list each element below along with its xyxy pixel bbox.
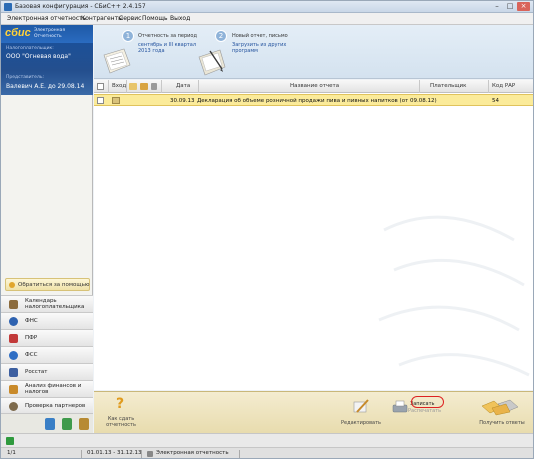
row-rar-code: 54: [492, 98, 499, 104]
logo-subtitle: Электронная Отчетность: [34, 28, 66, 39]
table-header: Вход Дата Название отчета Плательщик Код…: [94, 80, 533, 93]
calendar-documents-icon: [103, 48, 131, 74]
calendar-icon: [9, 300, 18, 309]
step-2-title: Новый отчет, письмо: [232, 33, 288, 39]
logo-area: сбис Электронная Отчетность: [1, 25, 93, 43]
status-mode: Электронная отчетность: [156, 450, 229, 456]
fss-emblem-icon: [9, 351, 18, 360]
emblem-icon-2[interactable]: [62, 418, 72, 430]
header-date[interactable]: Дата: [176, 83, 190, 89]
taxpayer-name[interactable]: ООО "Огневая вода": [6, 53, 71, 60]
table-row[interactable]: 30.09.13 Декларация об объеме розничной …: [94, 94, 533, 106]
import-link[interactable]: Загрузить из других программ: [232, 42, 286, 54]
watermark-graphic: [378, 215, 530, 377]
representative-block[interactable]: Представитель: Валевич А.Е. до 29.08.14: [1, 71, 93, 95]
howto-button[interactable]: ? Как сдать отчетность: [98, 396, 144, 432]
step-2-badge: 2: [215, 30, 227, 42]
taxpayer-label: Налогоплательщик:: [6, 46, 54, 51]
edit-button[interactable]: Редактировать: [338, 396, 384, 426]
trash-filter-icon[interactable]: [151, 83, 157, 90]
menu-item-reporting[interactable]: Электронная отчетность: [7, 15, 86, 22]
mode-icon: [147, 451, 153, 457]
minimize-icon[interactable]: –: [491, 2, 503, 11]
fns-emblem-icon: [9, 317, 18, 326]
row-report-name: Декларация об объеме розничной продажи п…: [197, 98, 437, 104]
sidebar: сбис Электронная Отчетность Налогоплател…: [1, 25, 93, 433]
analysis-chart-icon: [9, 385, 18, 394]
menu-item-exit[interactable]: Выход: [170, 15, 190, 22]
nav-analysis[interactable]: Анализ финансов и налогов: [1, 380, 93, 397]
taxpayer-block[interactable]: Налогоплательщик: ООО "Огневая вода": [1, 43, 93, 71]
nav-rosstat[interactable]: Росстат: [1, 363, 93, 380]
status-bar: 1/1 01.01.13 - 31.12.13 Электронная отче…: [1, 447, 533, 458]
status-bar-icons: [1, 433, 533, 447]
print-label: Распечатать: [408, 408, 442, 414]
rosstat-icon: [9, 368, 18, 377]
header-report-name[interactable]: Название отчета: [290, 83, 339, 89]
row-document-icon: [112, 97, 120, 104]
printer-icon: [392, 400, 408, 413]
header-rar-code[interactable]: Код РАР: [492, 83, 515, 89]
app-window: Базовая конфигурация - СБиС++ 2.4.157 – …: [0, 0, 534, 459]
representative-name[interactable]: Валевич А.Е. до 29.08.14: [6, 83, 84, 90]
help-icon: [9, 282, 15, 288]
header-incoming[interactable]: Вход: [112, 83, 126, 89]
contact-support-button[interactable]: Обратиться за помощью: [5, 278, 90, 291]
sidebar-bottom-icons: [1, 413, 93, 433]
question-icon: ?: [116, 396, 125, 412]
emblem-icon-1[interactable]: [45, 418, 55, 430]
app-icon: [4, 3, 12, 11]
representative-label: Представитель:: [6, 75, 44, 80]
write-highlight-frame: [411, 396, 444, 408]
online-status-icon[interactable]: [6, 437, 14, 445]
menu-item-service[interactable]: Сервис: [119, 15, 141, 22]
title-bar: Базовая конфигурация - СБиС++ 2.4.157 – …: [1, 1, 533, 13]
menu-bar: Электронная отчетность Контрагенты Серви…: [1, 13, 533, 25]
row-checkbox[interactable]: [97, 97, 104, 104]
nav-pfr[interactable]: ПФР: [1, 329, 93, 346]
document-filter-icon[interactable]: [129, 83, 137, 90]
nav-calendar[interactable]: Календарь налогоплательщика: [1, 295, 93, 312]
reports-table: Вход Дата Название отчета Плательщик Код…: [94, 80, 533, 390]
folder-filter-icon[interactable]: [140, 83, 148, 90]
maximize-icon[interactable]: □: [504, 2, 516, 11]
emblem-icon-3[interactable]: [79, 418, 89, 430]
header-payers[interactable]: Плательщик: [430, 83, 466, 89]
nav-partner-check[interactable]: Проверка партнеров: [1, 397, 93, 414]
action-toolbar: ? Как сдать отчетность Редактировать Зап…: [94, 391, 533, 433]
close-icon[interactable]: ×: [517, 2, 530, 11]
receive-replies-button[interactable]: Получить ответы: [474, 396, 530, 428]
step-1-badge: 1: [122, 30, 134, 42]
step-1-title: Отчетность за период: [138, 33, 197, 39]
period-link[interactable]: сентябрь и III квартал 2013 года: [138, 42, 196, 54]
select-all-checkbox[interactable]: [97, 83, 104, 90]
window-title: Базовая конфигурация - СБиС++ 2.4.157: [15, 3, 146, 10]
steps-panel: 1 Отчетность за период сентябрь и III кв…: [94, 25, 533, 79]
receive-envelopes-icon: [481, 399, 519, 416]
nav-fns[interactable]: ФНС: [1, 312, 93, 329]
pfr-emblem-icon: [9, 334, 18, 343]
sbis-logo: сбис: [5, 27, 31, 39]
row-date: 30.09.13: [170, 98, 195, 104]
edit-pencil-icon: [353, 399, 369, 413]
nav-fss[interactable]: ФСС: [1, 346, 93, 363]
new-report-icon: [198, 49, 226, 76]
status-page: 1/1: [7, 450, 16, 456]
magnifier-icon: [9, 402, 18, 411]
menu-item-counterparties[interactable]: Контрагенты: [81, 15, 123, 22]
status-period: 01.01.13 - 31.12.13: [87, 450, 142, 456]
menu-item-help[interactable]: Помощь: [142, 15, 168, 22]
